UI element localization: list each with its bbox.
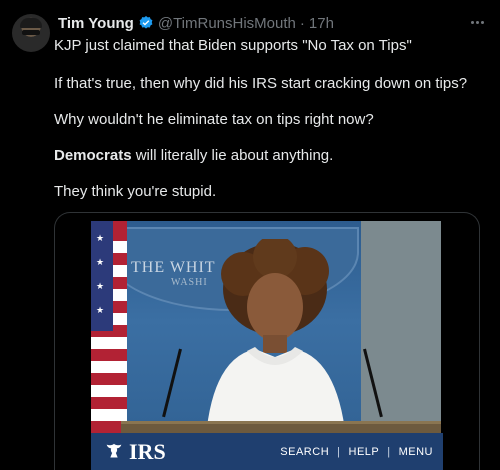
american-flag: ★ ★ ★ ★ bbox=[91, 221, 127, 451]
tweet-line-rest: will literally lie about anything. bbox=[131, 147, 334, 164]
irs-banner: IRS SEARCH | HELP | MENU bbox=[91, 433, 443, 470]
bold-word: Democrats bbox=[54, 147, 132, 164]
avatar[interactable] bbox=[12, 14, 50, 52]
dot bbox=[475, 20, 479, 24]
tweet-header: Tim Young @TimRunsHisMouth · 17h bbox=[58, 13, 334, 33]
dot bbox=[480, 20, 484, 24]
tweet-line: Why wouldn't he eliminate tax on tips ri… bbox=[54, 111, 374, 128]
more-options-icon[interactable] bbox=[466, 12, 488, 32]
irs-nav-search[interactable]: SEARCH bbox=[280, 446, 329, 458]
svg-text:★: ★ bbox=[96, 306, 104, 316]
nav-separator: | bbox=[337, 446, 341, 458]
irs-eagle-icon bbox=[106, 443, 122, 458]
svg-text:★: ★ bbox=[96, 234, 104, 244]
irs-nav-menu[interactable]: MENU bbox=[399, 446, 433, 458]
nav-separator: | bbox=[387, 446, 391, 458]
timestamp[interactable]: 17h bbox=[309, 15, 334, 32]
video-media[interactable]: THE WHIT WASHI ★ ★ ★ ★ IRS SEARCH | HELP… bbox=[54, 212, 480, 470]
irs-logo-text: IRS bbox=[129, 439, 166, 464]
irs-nav-help[interactable]: HELP bbox=[349, 446, 380, 458]
speaker-person bbox=[205, 239, 347, 449]
irs-nav: SEARCH | HELP | MENU bbox=[280, 446, 433, 458]
irs-logo[interactable]: IRS bbox=[103, 439, 166, 465]
author-handle[interactable]: @TimRunsHisMouth bbox=[158, 15, 296, 32]
tweet-line: If that's true, then why did his IRS sta… bbox=[54, 75, 468, 92]
tweet-line: Democrats will literally lie about anyth… bbox=[54, 146, 484, 166]
verified-badge-icon bbox=[139, 16, 153, 29]
avatar-glasses bbox=[22, 30, 40, 35]
tweet-line: They think you're stupid. bbox=[54, 183, 217, 200]
tweet-line: KJP just claimed that Biden supports "No… bbox=[54, 37, 412, 54]
avatar-hat bbox=[20, 18, 42, 28]
author-name[interactable]: Tim Young bbox=[58, 15, 134, 32]
separator-dot: · bbox=[299, 14, 305, 32]
tweet-text: KJP just claimed that Biden supports "No… bbox=[54, 36, 484, 218]
svg-text:★: ★ bbox=[96, 282, 104, 292]
tweet: Tim Young @TimRunsHisMouth · 17h KJP jus… bbox=[0, 0, 500, 470]
svg-text:★: ★ bbox=[96, 258, 104, 268]
dot bbox=[470, 20, 474, 24]
